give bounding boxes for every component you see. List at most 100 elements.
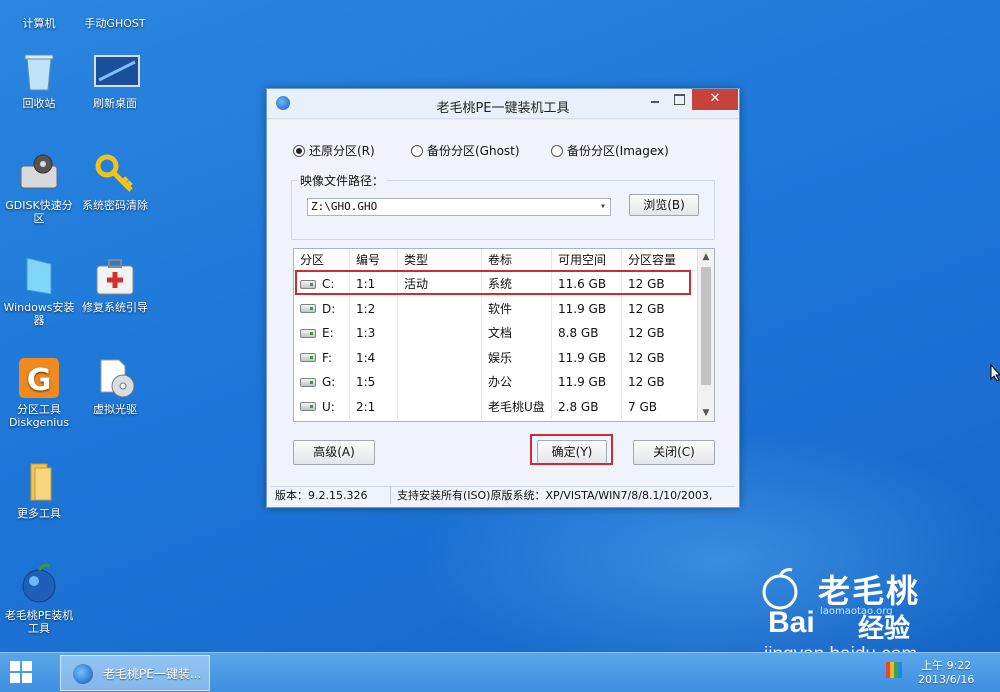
key-icon [93,152,137,196]
clock-time: 上午 9:22 [921,659,972,672]
radio-restore-partition[interactable]: 还原分区(R) [293,142,375,159]
windows-logo-pane [22,673,32,683]
free-space: 11.9 GB [552,345,622,370]
table-row[interactable]: F: 1:4 娱乐 11.9 GB 12 GB [294,345,698,370]
column-header[interactable]: 卷标 [482,249,552,270]
volume-label: 系统 [482,272,552,297]
partition-letter: E: [322,326,334,341]
system-clock[interactable]: 上午 9:22 2013/6/16 [918,659,974,687]
desktop-icon-label: 修复系统引导 [82,301,148,314]
partition-type [398,394,482,419]
table-row[interactable]: U: 2:1 老毛桃U盘 2.8 GB 7 GB [294,394,698,419]
desktop-icon-recycle-bin[interactable]: 回收站 [0,50,78,110]
folder-icon [17,460,61,504]
partition-number: 1:2 [350,296,398,321]
desktop-icon-computer[interactable]: 计算机 [0,0,78,30]
partition-type [398,321,482,346]
usb-drive-icon [300,402,316,412]
radio-backup-ghost[interactable]: 备份分区(Ghost) [411,142,520,159]
desktop-icon-laomaotao-pe[interactable]: 老毛桃PE装机工具 [0,562,78,635]
free-space: 8.8 GB [552,321,622,346]
taskbar-item-installer[interactable]: 老毛桃PE一键装... [60,655,210,691]
volume-label: 文档 [482,321,552,346]
desktop-icon-password-clear[interactable]: 系统密码清除 [76,152,154,212]
browse-button[interactable]: 浏览(B) [629,194,699,216]
radio-dot[interactable] [411,144,423,157]
partition-letter: G: [322,375,336,390]
scroll-thumb[interactable] [701,267,711,385]
table-rows: C: 1:1 活动 系统 11.6 GB 12 GB D: 1:2 软件 11.… [294,272,698,419]
laomaotao-icon [17,562,61,606]
column-header[interactable]: 分区 [294,249,350,270]
gdisk-icon [17,152,61,196]
partition-number: 1:5 [350,370,398,395]
close-window-button[interactable]: ✕ [692,89,738,110]
radio-label: 备份分区(Ghost) [427,144,520,158]
desktop-icon-diskgenius[interactable]: G 分区工具Diskgenius [0,356,78,429]
radio-dot[interactable] [551,144,563,157]
partition-number: 1:1 [350,272,398,297]
table-row[interactable]: D: 1:2 软件 11.9 GB 12 GB [294,296,698,321]
desktop-icon-repair-boot[interactable]: 修复系统引导 [76,254,154,314]
windows-logo-pane [10,673,20,683]
drive-icon [300,279,316,289]
partition-cell: F: [294,345,350,370]
taskbar-item-label: 老毛桃PE一键装... [103,667,202,681]
minimize-button[interactable] [643,89,667,110]
computer-icon [17,0,61,14]
partition-type [398,296,482,321]
capacity: 12 GB [622,296,698,321]
radio-dot-selected[interactable] [293,144,305,157]
virtual-drive-icon [93,356,137,400]
ghost-icon [93,0,137,14]
table-scrollbar[interactable]: ▲ ▼ [697,249,714,421]
action-center-icon[interactable] [886,662,902,678]
advanced-button[interactable]: 高级(A) [293,440,375,465]
volume-label: 办公 [482,370,552,395]
desktop-icon-label: GDISK快速分区 [5,199,73,225]
partition-table: 分区 编号 类型 卷标 可用空间 分区容量 C: 1:1 活动 系统 11.6 … [293,248,715,422]
desktop-icon-refresh[interactable]: 刷新桌面 [76,50,154,110]
column-header[interactable]: 可用空间 [552,249,622,270]
table-row[interactable]: G: 1:5 办公 11.9 GB 12 GB [294,370,698,395]
free-space: 11.9 GB [552,370,622,395]
watermark-jingyan: 经验 [858,614,911,644]
table-row[interactable]: C: 1:1 活动 系统 11.6 GB 12 GB [294,272,698,297]
column-header[interactable]: 编号 [350,249,398,270]
desktop-icon-more-tools[interactable]: 更多工具 [0,460,78,520]
close-button[interactable]: 关闭(C) [633,440,715,465]
desktop-icon-label: 分区工具Diskgenius [8,403,70,429]
confirm-button[interactable]: 确定(Y) [537,440,607,465]
column-header[interactable]: 分区容量 [622,249,698,270]
scroll-up-icon[interactable]: ▲ [698,249,714,265]
chevron-down-icon[interactable]: ▾ [600,199,606,215]
capacity: 12 GB [622,321,698,346]
start-button[interactable] [10,661,32,683]
capacity: 12 GB [622,370,698,395]
windows-logo-pane [22,661,32,671]
capacity: 12 GB [622,272,698,297]
partition-cell: E: [294,321,350,346]
radio-backup-imagex[interactable]: 备份分区(Imagex) [551,142,669,159]
window-titlebar[interactable]: 老毛桃PE一键装机工具 ✕ [267,89,739,119]
desktop-icon-ghost[interactable]: 手动GHOST [76,0,154,30]
window-body: 还原分区(R) 备份分区(Ghost) 备份分区(Imagex) 映像文件路径：… [267,120,739,507]
image-path-combobox[interactable]: Z:\GHO.GHO ▾ [307,198,611,216]
clock-date: 2013/6/16 [918,673,975,686]
desktop-icon-gdisk[interactable]: GDISK快速分区 [0,152,78,225]
partition-letter: F: [322,350,333,365]
desktop-icon-virtual-drive[interactable]: 虚拟光驱 [76,356,154,416]
partition-number: 2:1 [350,394,398,419]
scroll-down-icon[interactable]: ▼ [698,405,714,421]
taskbar: 老毛桃PE一键装... 上午 9:22 2013/6/16 [0,652,1000,692]
volume-label: 老毛桃U盘 [482,394,552,419]
image-path-label: 映像文件路径： [297,172,388,189]
table-row[interactable]: E: 1:3 文档 8.8 GB 12 GB [294,321,698,346]
desktop-icon-windows-installer[interactable]: Windows安装器 [0,254,78,327]
maximize-button[interactable] [667,89,691,110]
table-header: 分区 编号 类型 卷标 可用空间 分区容量 [294,249,698,271]
column-header[interactable]: 类型 [398,249,482,270]
capacity: 12 GB [622,345,698,370]
volume-label: 娱乐 [482,345,552,370]
drive-icon [300,328,316,338]
